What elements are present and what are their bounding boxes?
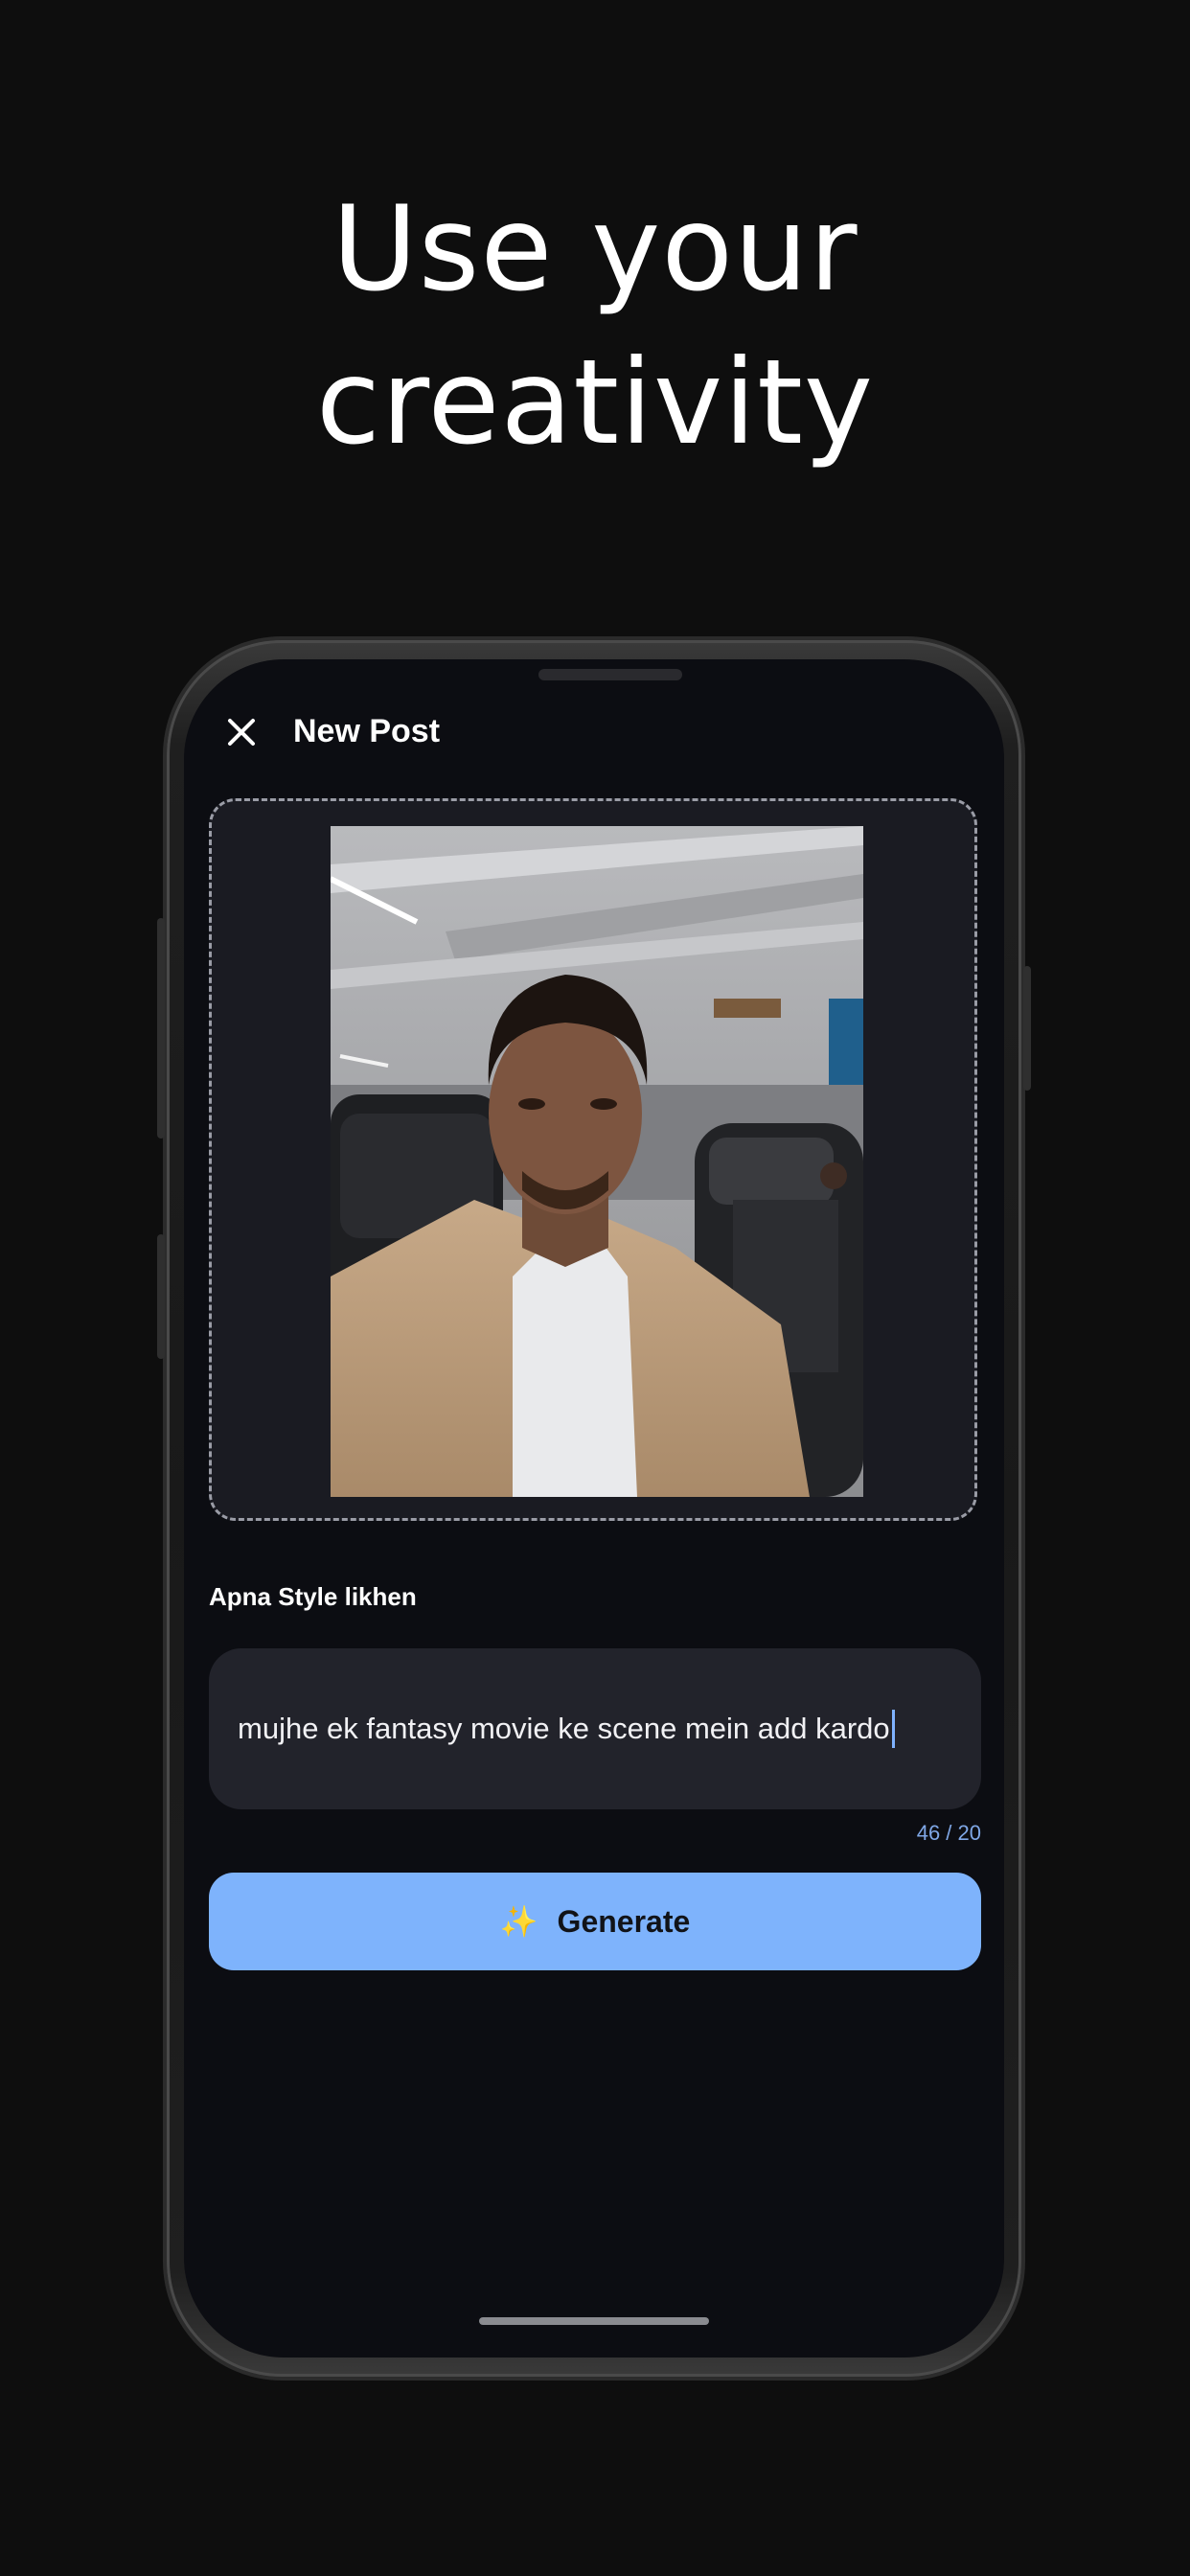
close-button[interactable] [218, 709, 264, 755]
sparkles-icon: ✨ [499, 1903, 538, 1940]
close-icon [228, 719, 255, 746]
prompt-label: Apna Style likhen [209, 1582, 417, 1611]
phone-power-button [1023, 966, 1031, 1091]
phone-speaker [538, 669, 682, 680]
phone-frame: New Post Apna Style likhen mujhe ek fant… [157, 640, 1031, 2377]
phone-screen: New Post Apna Style likhen mujhe ek fant… [184, 659, 1004, 2358]
phone-side-button [157, 1234, 165, 1359]
prompt-input-text: mujhe ek fantasy movie ke scene mein add… [238, 1712, 890, 1745]
generate-button-label: Generate [557, 1903, 691, 1939]
hero-line-2: creativity [315, 334, 875, 471]
page-title: New Post [293, 713, 441, 749]
text-cursor [891, 1710, 895, 1748]
generate-button[interactable]: ✨ Generate [209, 1873, 981, 1970]
character-counter: 46 / 20 [916, 1821, 981, 1845]
home-indicator[interactable] [479, 2317, 709, 2325]
top-app-bar: New Post [184, 698, 1004, 765]
phone-side-button [157, 918, 165, 1138]
image-upload-area[interactable] [209, 798, 977, 1521]
prompt-input[interactable]: mujhe ek fantasy movie ke scene mein add… [209, 1648, 981, 1809]
hero-line-1: Use your [332, 181, 858, 317]
hero-heading: Use your creativity [0, 172, 1190, 479]
uploaded-photo [331, 826, 863, 1497]
